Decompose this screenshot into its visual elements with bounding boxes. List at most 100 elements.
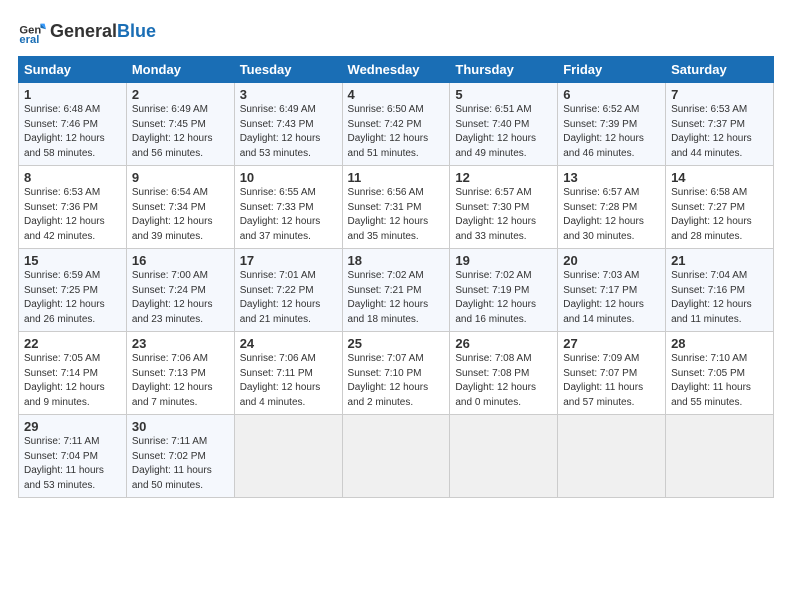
day-info: Sunrise: 7:11 AMSunset: 7:02 PMDaylight:…: [132, 436, 212, 491]
day-info: Sunrise: 7:02 AMSunset: 7:21 PMDaylight:…: [348, 270, 429, 325]
day-number: 29: [24, 419, 121, 434]
calendar-cell: 18 Sunrise: 7:02 AMSunset: 7:21 PMDaylig…: [342, 249, 450, 332]
day-info: Sunrise: 6:53 AMSunset: 7:36 PMDaylight:…: [24, 187, 105, 242]
calendar-week-row: 29 Sunrise: 7:11 AMSunset: 7:04 PMDaylig…: [19, 415, 774, 498]
day-info: Sunrise: 6:51 AMSunset: 7:40 PMDaylight:…: [455, 104, 536, 159]
day-info: Sunrise: 7:06 AMSunset: 7:13 PMDaylight:…: [132, 353, 213, 408]
calendar-cell: 20 Sunrise: 7:03 AMSunset: 7:17 PMDaylig…: [558, 249, 666, 332]
col-header-thursday: Thursday: [450, 57, 558, 83]
calendar-cell: 26 Sunrise: 7:08 AMSunset: 7:08 PMDaylig…: [450, 332, 558, 415]
day-info: Sunrise: 7:03 AMSunset: 7:17 PMDaylight:…: [563, 270, 644, 325]
calendar-page: Gen eral GeneralBlue SundayMondayTuesday…: [0, 0, 792, 508]
day-info: Sunrise: 6:56 AMSunset: 7:31 PMDaylight:…: [348, 187, 429, 242]
col-header-saturday: Saturday: [666, 57, 774, 83]
calendar-cell: [666, 415, 774, 498]
calendar-cell: 15 Sunrise: 6:59 AMSunset: 7:25 PMDaylig…: [19, 249, 127, 332]
logo-icon: Gen eral: [18, 18, 46, 46]
day-number: 25: [348, 336, 445, 351]
day-number: 24: [240, 336, 337, 351]
calendar-cell: 14 Sunrise: 6:58 AMSunset: 7:27 PMDaylig…: [666, 166, 774, 249]
day-number: 28: [671, 336, 768, 351]
day-info: Sunrise: 7:07 AMSunset: 7:10 PMDaylight:…: [348, 353, 429, 408]
calendar-cell: 29 Sunrise: 7:11 AMSunset: 7:04 PMDaylig…: [19, 415, 127, 498]
calendar-cell: 2 Sunrise: 6:49 AMSunset: 7:45 PMDayligh…: [126, 83, 234, 166]
day-number: 18: [348, 253, 445, 268]
calendar-cell: 6 Sunrise: 6:52 AMSunset: 7:39 PMDayligh…: [558, 83, 666, 166]
day-number: 7: [671, 87, 768, 102]
day-number: 9: [132, 170, 229, 185]
calendar-week-row: 15 Sunrise: 6:59 AMSunset: 7:25 PMDaylig…: [19, 249, 774, 332]
logo: Gen eral GeneralBlue: [18, 18, 156, 46]
day-number: 12: [455, 170, 552, 185]
svg-text:eral: eral: [19, 34, 39, 46]
day-number: 3: [240, 87, 337, 102]
col-header-tuesday: Tuesday: [234, 57, 342, 83]
day-number: 10: [240, 170, 337, 185]
day-info: Sunrise: 6:58 AMSunset: 7:27 PMDaylight:…: [671, 187, 752, 242]
calendar-cell: 5 Sunrise: 6:51 AMSunset: 7:40 PMDayligh…: [450, 83, 558, 166]
header: Gen eral GeneralBlue: [18, 18, 774, 46]
col-header-friday: Friday: [558, 57, 666, 83]
day-number: 30: [132, 419, 229, 434]
day-info: Sunrise: 7:04 AMSunset: 7:16 PMDaylight:…: [671, 270, 752, 325]
day-info: Sunrise: 7:09 AMSunset: 7:07 PMDaylight:…: [563, 353, 643, 408]
calendar-cell: 28 Sunrise: 7:10 AMSunset: 7:05 PMDaylig…: [666, 332, 774, 415]
calendar-body: 1 Sunrise: 6:48 AMSunset: 7:46 PMDayligh…: [19, 83, 774, 498]
day-number: 26: [455, 336, 552, 351]
calendar-table: SundayMondayTuesdayWednesdayThursdayFrid…: [18, 56, 774, 498]
day-number: 16: [132, 253, 229, 268]
day-info: Sunrise: 6:52 AMSunset: 7:39 PMDaylight:…: [563, 104, 644, 159]
day-info: Sunrise: 7:11 AMSunset: 7:04 PMDaylight:…: [24, 436, 104, 491]
day-number: 20: [563, 253, 660, 268]
calendar-header-row: SundayMondayTuesdayWednesdayThursdayFrid…: [19, 57, 774, 83]
calendar-cell: 8 Sunrise: 6:53 AMSunset: 7:36 PMDayligh…: [19, 166, 127, 249]
day-info: Sunrise: 6:57 AMSunset: 7:28 PMDaylight:…: [563, 187, 644, 242]
day-info: Sunrise: 6:53 AMSunset: 7:37 PMDaylight:…: [671, 104, 752, 159]
col-header-wednesday: Wednesday: [342, 57, 450, 83]
day-number: 19: [455, 253, 552, 268]
calendar-cell: 30 Sunrise: 7:11 AMSunset: 7:02 PMDaylig…: [126, 415, 234, 498]
day-info: Sunrise: 7:08 AMSunset: 7:08 PMDaylight:…: [455, 353, 536, 408]
calendar-cell: 27 Sunrise: 7:09 AMSunset: 7:07 PMDaylig…: [558, 332, 666, 415]
day-number: 2: [132, 87, 229, 102]
calendar-cell: 3 Sunrise: 6:49 AMSunset: 7:43 PMDayligh…: [234, 83, 342, 166]
calendar-cell: [450, 415, 558, 498]
day-number: 23: [132, 336, 229, 351]
day-info: Sunrise: 6:50 AMSunset: 7:42 PMDaylight:…: [348, 104, 429, 159]
day-number: 22: [24, 336, 121, 351]
calendar-cell: [558, 415, 666, 498]
calendar-cell: 22 Sunrise: 7:05 AMSunset: 7:14 PMDaylig…: [19, 332, 127, 415]
day-number: 21: [671, 253, 768, 268]
day-info: Sunrise: 7:02 AMSunset: 7:19 PMDaylight:…: [455, 270, 536, 325]
logo-text: GeneralBlue: [50, 22, 156, 42]
day-number: 5: [455, 87, 552, 102]
calendar-week-row: 1 Sunrise: 6:48 AMSunset: 7:46 PMDayligh…: [19, 83, 774, 166]
calendar-cell: 7 Sunrise: 6:53 AMSunset: 7:37 PMDayligh…: [666, 83, 774, 166]
calendar-cell: 17 Sunrise: 7:01 AMSunset: 7:22 PMDaylig…: [234, 249, 342, 332]
calendar-cell: 24 Sunrise: 7:06 AMSunset: 7:11 PMDaylig…: [234, 332, 342, 415]
day-info: Sunrise: 6:57 AMSunset: 7:30 PMDaylight:…: [455, 187, 536, 242]
calendar-cell: 13 Sunrise: 6:57 AMSunset: 7:28 PMDaylig…: [558, 166, 666, 249]
calendar-week-row: 22 Sunrise: 7:05 AMSunset: 7:14 PMDaylig…: [19, 332, 774, 415]
calendar-cell: 12 Sunrise: 6:57 AMSunset: 7:30 PMDaylig…: [450, 166, 558, 249]
day-number: 6: [563, 87, 660, 102]
day-info: Sunrise: 6:54 AMSunset: 7:34 PMDaylight:…: [132, 187, 213, 242]
calendar-cell: [342, 415, 450, 498]
day-number: 14: [671, 170, 768, 185]
day-info: Sunrise: 6:48 AMSunset: 7:46 PMDaylight:…: [24, 104, 105, 159]
calendar-cell: 10 Sunrise: 6:55 AMSunset: 7:33 PMDaylig…: [234, 166, 342, 249]
day-info: Sunrise: 6:49 AMSunset: 7:45 PMDaylight:…: [132, 104, 213, 159]
calendar-week-row: 8 Sunrise: 6:53 AMSunset: 7:36 PMDayligh…: [19, 166, 774, 249]
day-info: Sunrise: 7:06 AMSunset: 7:11 PMDaylight:…: [240, 353, 321, 408]
day-info: Sunrise: 6:59 AMSunset: 7:25 PMDaylight:…: [24, 270, 105, 325]
day-number: 1: [24, 87, 121, 102]
calendar-cell: 25 Sunrise: 7:07 AMSunset: 7:10 PMDaylig…: [342, 332, 450, 415]
day-number: 27: [563, 336, 660, 351]
day-number: 17: [240, 253, 337, 268]
day-number: 8: [24, 170, 121, 185]
calendar-cell: 11 Sunrise: 6:56 AMSunset: 7:31 PMDaylig…: [342, 166, 450, 249]
day-info: Sunrise: 7:05 AMSunset: 7:14 PMDaylight:…: [24, 353, 105, 408]
calendar-cell: 21 Sunrise: 7:04 AMSunset: 7:16 PMDaylig…: [666, 249, 774, 332]
day-info: Sunrise: 6:49 AMSunset: 7:43 PMDaylight:…: [240, 104, 321, 159]
col-header-sunday: Sunday: [19, 57, 127, 83]
